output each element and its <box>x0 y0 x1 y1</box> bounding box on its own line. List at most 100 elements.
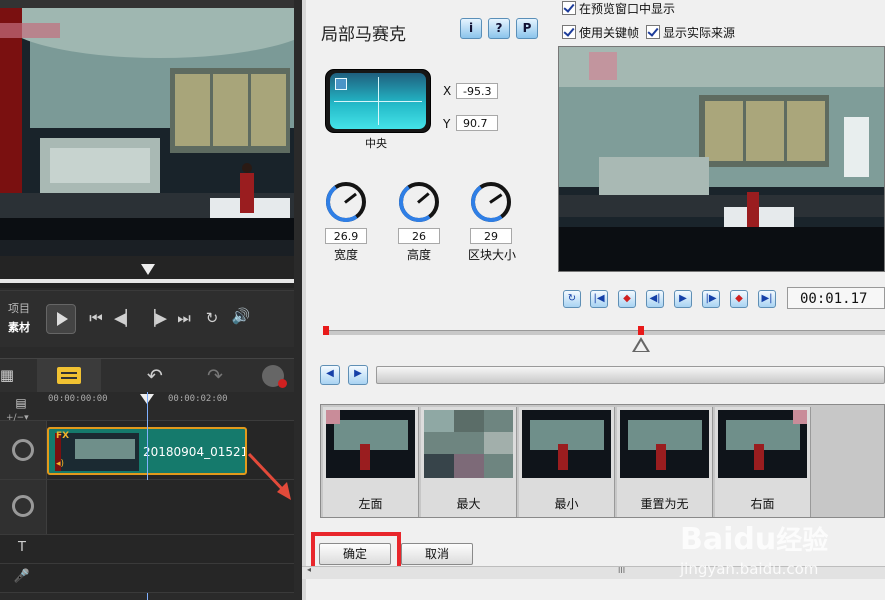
cancel-button[interactable]: 取消 <box>401 543 473 565</box>
preset-right-label: 右面 <box>750 497 775 511</box>
partial-mosaic-dialog: 局部马赛克 i ? P 在预览窗口中显示 使用关键帧 显示实际来源 中央 X -… <box>294 0 885 600</box>
baidu-brand: Baidu <box>680 522 777 557</box>
dialog-title: 局部马赛克 <box>321 25 406 45</box>
zoom-out-button[interactable]: ◀ <box>320 365 340 385</box>
width-knob[interactable] <box>322 178 370 226</box>
next-keyframe-button[interactable]: ◆ <box>730 290 748 308</box>
keyframe-marker-current[interactable] <box>638 326 644 335</box>
height-dial[interactable] <box>395 178 443 226</box>
preset-min[interactable]: 最小 <box>519 407 615 517</box>
preview-scrubber[interactable] <box>0 256 294 288</box>
editor-panel: 项目 素材 ⏮ ◀▏ ▕▶ ⏭ ↻ 🔊 ▦ ↶ ↷ ▤ +/−▾ 00:00:0… <box>0 0 294 600</box>
height-knob[interactable] <box>395 178 443 226</box>
microphone-icon[interactable]: 🎤 <box>12 569 32 584</box>
redo-icon[interactable]: ↷ <box>203 365 227 387</box>
timeline-view-tab[interactable] <box>37 359 101 393</box>
overlay-track-header[interactable] <box>0 480 47 534</box>
info-button[interactable]: i <box>460 18 482 39</box>
undo-icon[interactable]: ↶ <box>143 365 167 387</box>
preset-strip: 左面 最大 最小 重置为无 右面 <box>320 404 885 518</box>
preset-max-label: 最大 <box>456 497 481 511</box>
title-track-icon[interactable]: T <box>12 540 32 555</box>
red-arrow-annotation <box>247 452 291 500</box>
mode-project[interactable]: 项目 <box>8 300 30 316</box>
prev-frame-button[interactable]: ◀| <box>646 290 664 308</box>
y-value-input[interactable]: 90.7 <box>456 115 498 131</box>
checkbox-icon[interactable] <box>562 1 576 15</box>
checkbox-icon[interactable] <box>646 25 660 39</box>
use-keyframes-option[interactable]: 使用关键帧 <box>562 24 639 41</box>
playhead-marker[interactable] <box>141 264 155 275</box>
scroll-left-icon[interactable]: ◂ <box>307 565 311 574</box>
go-start-icon[interactable]: ⏮ <box>86 309 106 327</box>
show-in-preview-option[interactable]: 在预览窗口中显示 <box>562 0 675 17</box>
scroll-grip[interactable]: III <box>618 566 625 575</box>
width-dial[interactable] <box>322 178 370 226</box>
position-grid-face[interactable] <box>330 73 426 129</box>
y-label: Y <box>443 117 451 131</box>
baidu-watermark: Baidu经验 <box>680 520 828 557</box>
preset-left-thumbnail <box>326 410 415 478</box>
keyframe-marker-start[interactable] <box>323 326 329 335</box>
next-frame-icon[interactable]: ▕▶ <box>144 309 167 327</box>
clip-name: 20180904_01521 <box>143 445 247 459</box>
keyframe-track[interactable] <box>324 330 885 335</box>
preset-reset[interactable]: 重置为无 <box>617 407 713 517</box>
dialog-play-button[interactable]: ▶ <box>674 290 692 308</box>
preview-top-border <box>0 0 294 8</box>
position-handle[interactable] <box>335 78 347 90</box>
block-size-knob[interactable] <box>467 178 515 226</box>
title-track: T <box>0 535 294 564</box>
keyframe-playhead-inner <box>635 341 647 351</box>
block-size-dial[interactable] <box>467 178 515 226</box>
position-label: 中央 <box>365 137 387 150</box>
record-capture-icon[interactable] <box>262 365 287 388</box>
position-grid[interactable] <box>325 69 431 133</box>
dialog-border <box>302 0 306 600</box>
mosaic-preview-image <box>559 47 884 271</box>
x-label: X <box>443 84 452 98</box>
timeline-view-icon <box>57 367 81 384</box>
preset-left[interactable]: 左面 <box>323 407 419 517</box>
prev-keyframe-button[interactable]: ◆ <box>618 290 636 308</box>
show-actual-source-option[interactable]: 显示实际来源 <box>646 24 735 41</box>
loop-button[interactable]: ↻ <box>563 290 581 308</box>
ruler-time-0: 00:00:00:00 <box>48 394 108 404</box>
preset-max[interactable]: 最大 <box>421 407 517 517</box>
preset-right[interactable]: 右面 <box>715 407 811 517</box>
help-button[interactable]: ? <box>488 18 510 39</box>
preset-min-thumbnail <box>522 410 611 478</box>
storyboard-view-icon[interactable]: ▦ <box>0 366 16 384</box>
preset-right-thumbnail <box>718 410 807 478</box>
preset-left-label: 左面 <box>358 497 383 511</box>
zoom-in-button[interactable]: ▶ <box>348 365 368 385</box>
x-value-input[interactable]: -95.3 <box>456 83 498 99</box>
preset-button[interactable]: P <box>516 18 538 39</box>
play-button[interactable] <box>46 304 76 334</box>
height-value-input[interactable]: 26 <box>398 228 440 244</box>
video-track-icon <box>12 439 34 461</box>
track-manager-icon[interactable]: ▤ <box>10 396 32 410</box>
width-value-input[interactable]: 26.9 <box>325 228 367 244</box>
go-start-button[interactable]: |◀ <box>590 290 608 308</box>
next-frame-button[interactable]: |▶ <box>702 290 720 308</box>
ruler-time-1: 00:00:02:00 <box>168 394 228 404</box>
zoom-scrollbar[interactable] <box>376 366 885 384</box>
video-track-header[interactable] <box>0 421 47 479</box>
clip-fx-badge: FX <box>56 431 70 441</box>
block-size-value-input[interactable]: 29 <box>470 228 512 244</box>
checkbox-icon[interactable] <box>562 25 576 39</box>
overlay-track-icon <box>12 495 34 517</box>
go-end-button[interactable]: ▶| <box>758 290 776 308</box>
scrub-track[interactable] <box>0 279 294 283</box>
dialog-preview <box>558 46 885 272</box>
volume-icon[interactable]: 🔊 <box>230 307 252 325</box>
width-label: 宽度 <box>334 248 359 262</box>
baidu-watermark-url: jingyan.baidu.com <box>680 560 819 578</box>
previous-frame-icon[interactable]: ◀▏ <box>114 309 137 327</box>
go-end-icon[interactable]: ⏭ <box>174 309 194 327</box>
show-in-preview-label: 在预览窗口中显示 <box>579 2 676 16</box>
repeat-icon[interactable]: ↻ <box>202 309 222 327</box>
mode-clip[interactable]: 素材 <box>8 319 30 335</box>
timecode-display[interactable]: 00:01.17 <box>787 287 885 309</box>
